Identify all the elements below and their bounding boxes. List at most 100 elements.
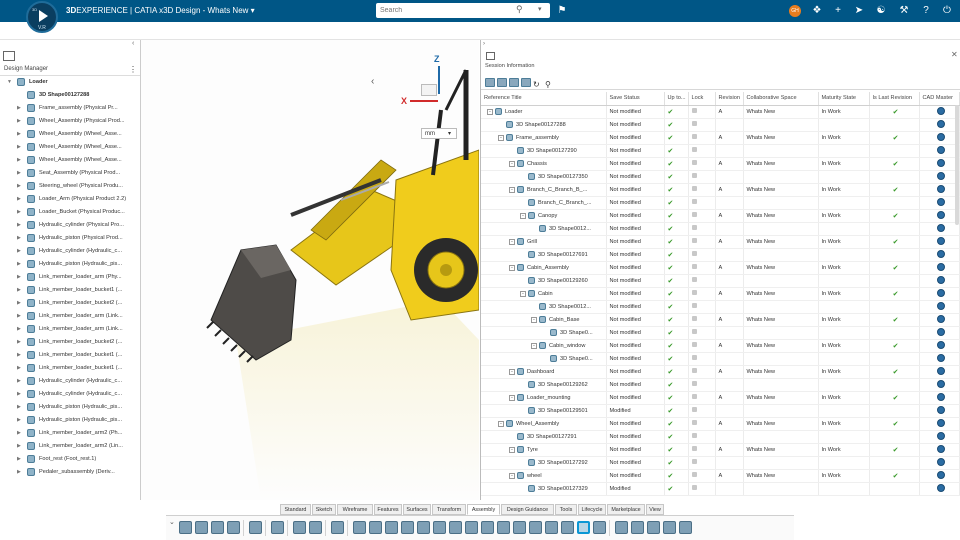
table-row[interactable]: 3D Shape00127292 Not modified ✔ [481, 456, 960, 470]
table-row[interactable]: 3D Shape0... Not modified ✔ [481, 352, 960, 366]
lock-icon[interactable] [691, 238, 697, 243]
expand-icon[interactable]: ▶ [17, 417, 21, 423]
lock-icon[interactable] [691, 303, 697, 308]
add-icon[interactable]: + [831, 4, 845, 18]
tree-item[interactable]: ▶ Pedaler_subassembly (Deriv... [0, 466, 140, 479]
table-row[interactable]: 3D Shape00129262 Not modified ✔ [481, 378, 960, 392]
expand-icon[interactable]: ▶ [17, 170, 21, 176]
tab-standard[interactable]: Standard [280, 504, 311, 515]
lock-icon[interactable] [691, 329, 697, 334]
lock-cell[interactable] [688, 352, 716, 366]
tree-item[interactable]: ▶ Foot_rest (Foot_rest.1) [0, 453, 140, 466]
play-icon[interactable] [39, 10, 48, 22]
column-header[interactable]: Save Status [606, 92, 665, 106]
lock-cell[interactable] [688, 222, 716, 236]
chevron-down-icon[interactable]: ▾ [251, 6, 255, 15]
expand-icon[interactable]: ▶ [17, 118, 21, 124]
lock-icon[interactable] [691, 420, 697, 425]
table-row[interactable]: 3D Shape00129501 Modified ✔ [481, 404, 960, 418]
lock-cell[interactable] [688, 430, 716, 444]
snap-icon[interactable] [481, 521, 494, 534]
lock-cell[interactable] [688, 378, 716, 392]
lock-icon[interactable] [691, 121, 697, 126]
tag-icon[interactable]: ⚑ [555, 4, 569, 18]
close-icon[interactable]: ✕ [951, 50, 958, 59]
lock-cell[interactable] [688, 417, 716, 431]
tree-item[interactable]: ▶ Seat_Assembly (Physical Prod... [0, 167, 140, 180]
lock-cell[interactable] [688, 274, 716, 288]
expand-icon[interactable]: ▶ [17, 339, 21, 345]
tree-item[interactable]: ▶ Wheel_Assembly (Wheel_Asse... [0, 128, 140, 141]
search-box[interactable]: ⚲ ▾ [376, 3, 550, 18]
expand-icon[interactable]: ▶ [17, 469, 21, 475]
table-row[interactable]: - Canopy Not modified ✔ A Whats New In Work ✔ [481, 209, 960, 223]
tree-item[interactable]: ▶ Hydraulic_piston (Physical Prod... [0, 232, 140, 245]
tab-view[interactable]: View [646, 504, 664, 515]
simulation-icon[interactable] [679, 521, 692, 534]
column-header[interactable]: Maturity State [818, 92, 870, 106]
help-icon[interactable] [331, 521, 344, 534]
lock-icon[interactable] [691, 368, 697, 373]
expand-icon[interactable]: ▶ [17, 365, 21, 371]
save-icon[interactable] [211, 521, 224, 534]
new-icon[interactable] [179, 521, 192, 534]
tree-item[interactable]: ▶ Link_member_loader_arm2 (Lin... [0, 440, 140, 453]
lock-cell[interactable] [688, 105, 716, 119]
tree-item[interactable]: ▶ Loader_Arm (Physical Product 2.2) [0, 193, 140, 206]
tab-marketplace[interactable]: Marketplace [607, 504, 645, 515]
expand-icon[interactable]: ▶ [17, 105, 21, 111]
symmetry-icon[interactable] [615, 521, 628, 534]
scrollbar[interactable] [955, 105, 959, 225]
expand-icon[interactable]: ▶ [17, 131, 21, 137]
expand-icon[interactable]: ▶ [17, 391, 21, 397]
expand-icon[interactable]: ▶ [17, 430, 21, 436]
collapse-node-icon[interactable]: - [509, 446, 515, 453]
tab-assembly[interactable]: Assembly [467, 504, 500, 515]
link-icon[interactable] [449, 521, 462, 534]
lock-cell[interactable] [688, 170, 716, 184]
unit-select[interactable]: mm ▾ [421, 128, 457, 139]
search-icon[interactable]: ⚲ [545, 80, 555, 89]
table-row[interactable]: - wheel Not modified ✔ A Whats New In Work ✔ [481, 469, 960, 483]
lock-cell[interactable] [688, 443, 716, 457]
column-header[interactable]: Is Last Revision [869, 92, 920, 106]
lock-cell[interactable] [688, 326, 716, 340]
lock-cell[interactable] [688, 456, 716, 470]
tab-transform[interactable]: Transform [432, 504, 466, 515]
lock-cell[interactable] [688, 313, 716, 327]
lock-cell[interactable] [688, 482, 716, 496]
collapse-node-icon[interactable]: - [509, 186, 515, 193]
table-row[interactable]: 3D Shape00127691 Not modified ✔ [481, 248, 960, 262]
tree-item[interactable]: ▶ Wheel_Assembly (Wheel_Asse... [0, 141, 140, 154]
lock-cell[interactable] [688, 469, 716, 483]
tree-item[interactable]: ▶ Hydraulic_cylinder (Hydraulic_c... [0, 388, 140, 401]
table-row[interactable]: Branch_C_Branch_... Not modified ✔ [481, 196, 960, 210]
table-row[interactable]: - Grill Not modified ✔ A Whats New In Work ✔ [481, 235, 960, 249]
expand-all-icon[interactable] [485, 78, 495, 87]
lock-icon[interactable] [691, 407, 697, 412]
columns-icon[interactable] [521, 78, 531, 87]
lock-cell[interactable] [688, 144, 716, 158]
lock-cell[interactable] [688, 261, 716, 275]
table-row[interactable]: - Wheel_Assembly Not modified ✔ A Whats New In… [481, 417, 960, 431]
network-icon[interactable]: ☯ [874, 4, 888, 18]
lock-icon[interactable] [691, 186, 697, 191]
lock-icon[interactable] [691, 446, 697, 451]
lock-cell[interactable] [688, 183, 716, 197]
ask-icon[interactable]: ❖ [810, 4, 824, 18]
session-info-icon[interactable] [577, 521, 590, 534]
collapse-right-icon[interactable]: › [483, 41, 485, 47]
collapse-viewport-icon[interactable]: ‹ [371, 76, 374, 87]
tree-item[interactable]: ▶ Link_member_loader_bucket2 (... [0, 336, 140, 349]
lock-icon[interactable] [691, 134, 697, 139]
table-row[interactable]: - Cabin Not modified ✔ A Whats New In Work ✔ [481, 287, 960, 301]
collapse-node-icon[interactable]: - [509, 472, 515, 479]
expand-icon[interactable]: ▶ [17, 352, 21, 358]
column-header[interactable]: Collaborative Space [743, 92, 819, 106]
constraint-icon[interactable] [353, 521, 366, 534]
lock-cell[interactable] [688, 300, 716, 314]
tab-wireframe[interactable]: Wireframe [337, 504, 373, 515]
column-header[interactable]: Lock [688, 92, 716, 106]
rotate-icon[interactable] [647, 521, 660, 534]
lock-icon[interactable] [691, 472, 697, 477]
